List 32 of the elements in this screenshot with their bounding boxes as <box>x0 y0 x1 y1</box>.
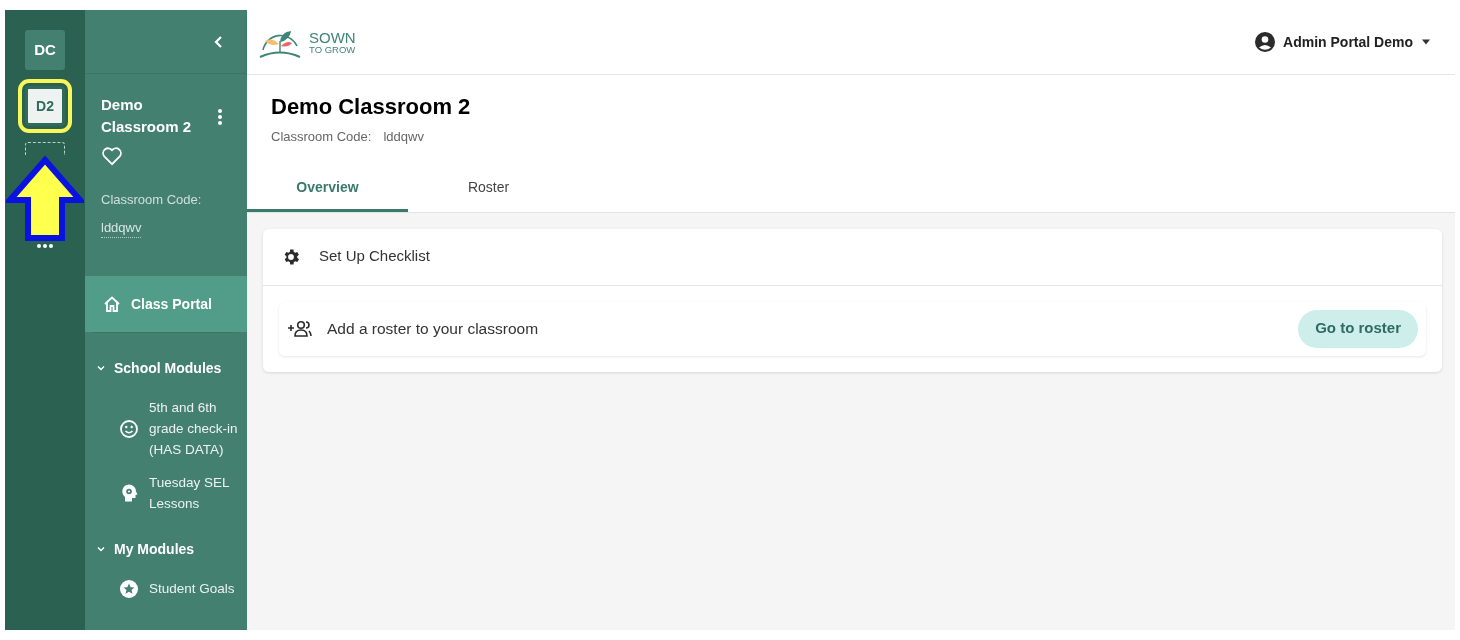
account-icon <box>1255 32 1276 52</box>
logo-subtext: TO GROW <box>309 44 356 55</box>
tab[interactable]: Roster <box>408 166 569 212</box>
go-to-roster-button[interactable]: Go to roster <box>1298 309 1418 348</box>
classroom-name: Demo Classroom 2 <box>101 95 193 137</box>
module-item[interactable]: 5th and 6th grade check-in (HAS DATA) <box>85 397 247 460</box>
module-item[interactable]: Tuesday SEL Lessons <box>85 472 247 514</box>
classroom-code: lddqwv <box>101 217 142 238</box>
more-vertical-icon <box>217 108 223 126</box>
head-gear-icon <box>119 483 139 503</box>
heart-icon[interactable] <box>101 146 123 166</box>
page-title: Demo Classroom 2 <box>271 93 472 121</box>
home-icon <box>103 295 121 313</box>
module-item[interactable]: Student Goals <box>85 578 247 599</box>
collapse-chevron-icon <box>213 34 223 49</box>
classroom-code: lddqwv <box>383 128 424 146</box>
checklist-title: Set Up Checklist <box>319 246 430 267</box>
add-people-icon <box>287 319 313 338</box>
section-header[interactable]: My Modules <box>85 532 247 566</box>
user-menu[interactable]: Admin Portal Demo <box>1255 31 1431 53</box>
add-classroom-placeholder[interactable] <box>25 142 65 155</box>
classroom-code-label: Classroom Code: <box>271 128 372 146</box>
caret-icon <box>1421 39 1431 45</box>
logo-text: SOWN <box>309 29 356 45</box>
task-label: Add a roster to your classroom <box>327 318 540 339</box>
nav-item[interactable]: Class Portal <box>85 276 247 332</box>
more-icon <box>36 243 54 249</box>
classroom-avatar-button[interactable]: DC <box>25 30 65 70</box>
smiley-icon <box>119 418 139 439</box>
tab[interactable]: Overview <box>247 166 408 212</box>
section-header[interactable]: School Modules <box>85 351 247 385</box>
classroom-code-label: Classroom Code: <box>101 191 203 209</box>
